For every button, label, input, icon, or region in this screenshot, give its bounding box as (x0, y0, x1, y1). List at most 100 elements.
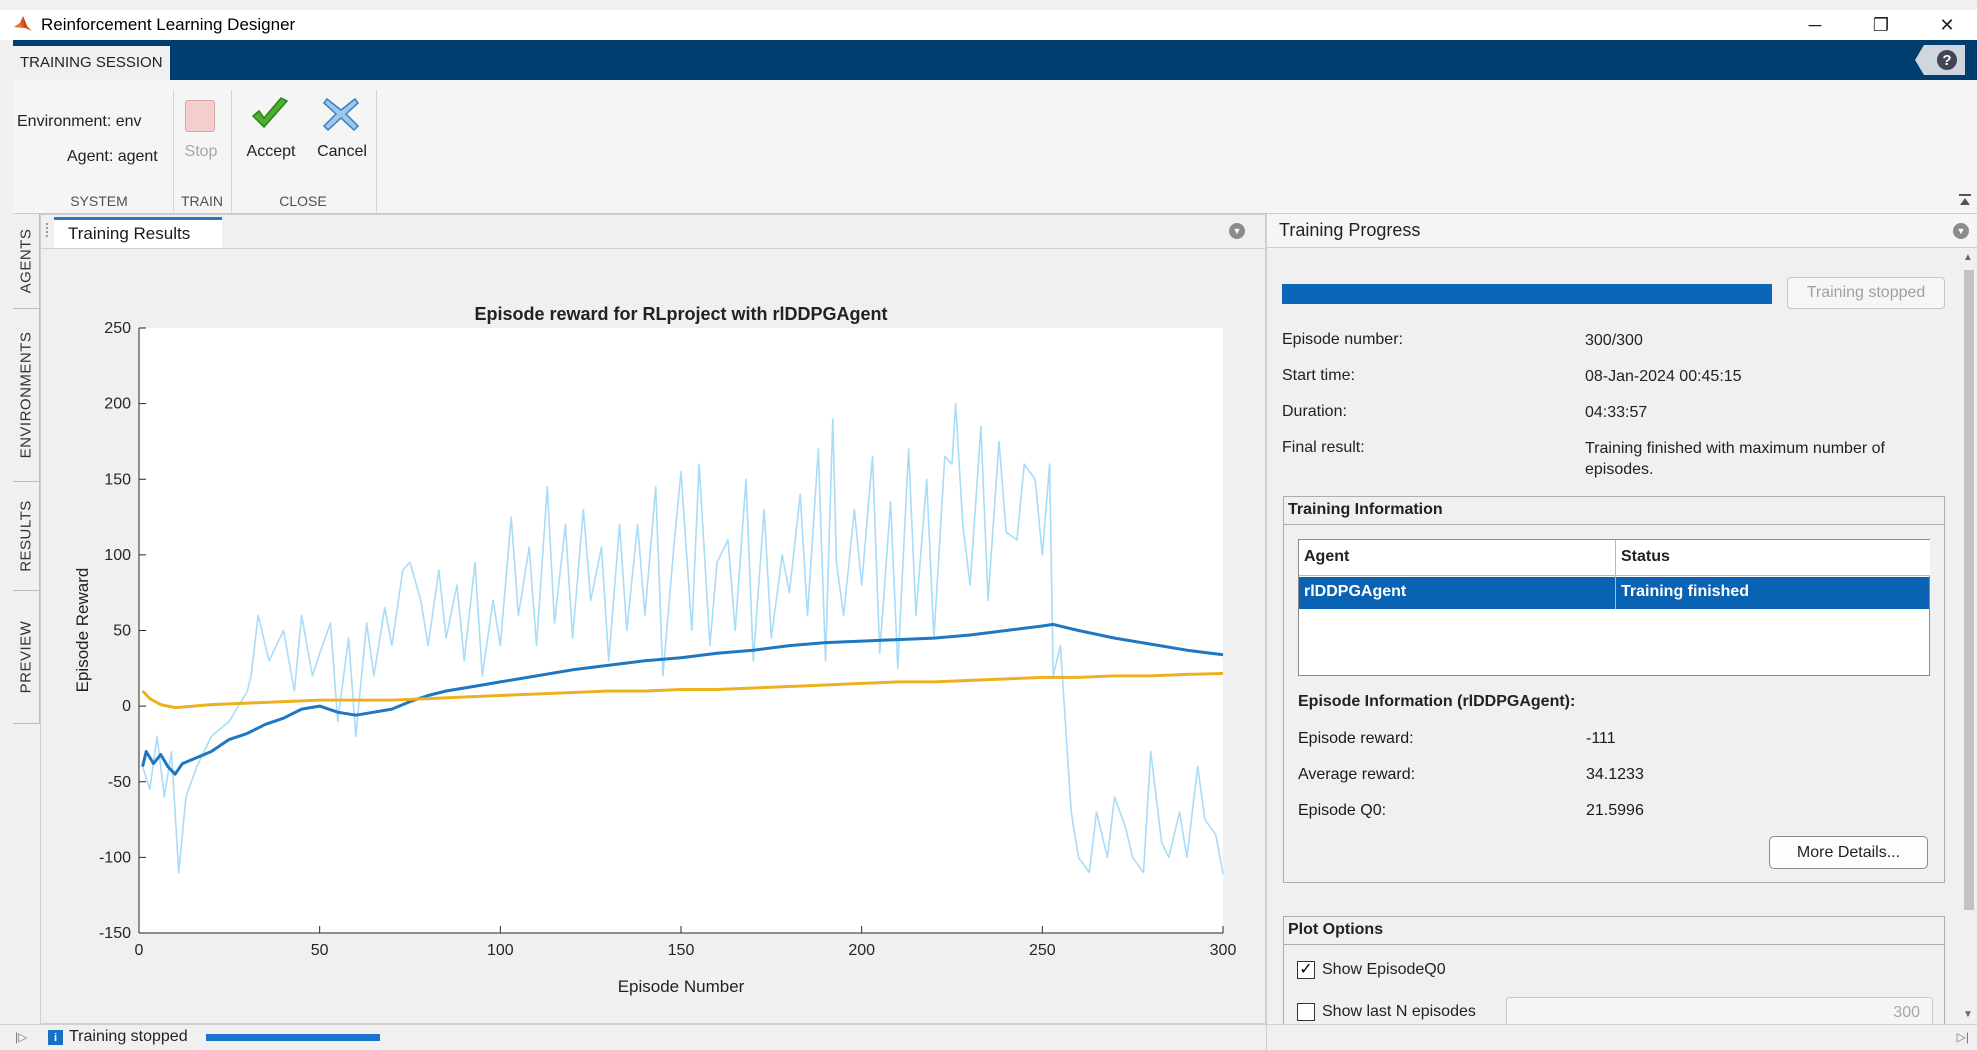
duration-label: Duration: (1282, 403, 1347, 420)
y-tick-label: 100 (104, 547, 131, 564)
average-reward-label: Average reward: (1298, 766, 1416, 783)
toolstrip: Environment: env Agent: agent SYSTEM Sto… (13, 80, 1977, 214)
section-system: SYSTEM (70, 193, 128, 209)
x-tick-label: 300 (1210, 942, 1237, 959)
cancel-x-icon (322, 97, 360, 132)
panel-header: Training Progress ▼ (1267, 214, 1977, 248)
y-tick-label: -150 (99, 925, 131, 942)
x-tick-label: 250 (1029, 942, 1056, 959)
divider (231, 90, 232, 212)
x-tick-label: 50 (311, 942, 329, 959)
panel-menu-chevron-icon[interactable]: ▼ (1229, 223, 1245, 239)
duration-value: 04:33:57 (1585, 404, 1648, 421)
y-tick-label: 200 (104, 396, 131, 413)
expand-right-icon[interactable]: ▷| (1957, 1030, 1969, 1044)
divider (1266, 1025, 1267, 1050)
episode-reward-chart: Episode reward for RLproject with rlDDPG… (73, 304, 1237, 996)
close-icon: ✕ (1939, 14, 1955, 35)
restore-icon: ❐ (1872, 14, 1890, 35)
progress-body: Training stopped Episode number: 300/300… (1267, 248, 1957, 1041)
minimize-icon: ─ (1808, 14, 1822, 35)
group-title: Plot Options (1284, 917, 1944, 945)
scrollbar-thumb[interactable] (1964, 270, 1974, 910)
group-title: Training Information (1284, 497, 1944, 525)
y-axis-label: Episode Reward (73, 568, 92, 693)
divider (376, 90, 377, 212)
show-last-n-checkbox[interactable] (1297, 1003, 1315, 1021)
accept-checkmark-icon (251, 97, 289, 129)
tab-environments[interactable]: ENVIRONMENTS (13, 309, 40, 482)
scroll-up-icon[interactable]: ▲ (1963, 252, 1973, 263)
y-tick-label: -100 (99, 849, 131, 866)
agent-cell: rlDDPGAgent (1304, 583, 1407, 600)
tab-training-results[interactable]: Training Results (54, 217, 222, 249)
more-details-button[interactable]: More Details... (1769, 836, 1928, 869)
collapse-toolstrip-icon[interactable] (1958, 193, 1972, 207)
final-result-value: Training finished with maximum number of… (1585, 440, 1885, 478)
tab-training-session[interactable]: TRAINING SESSION (13, 46, 170, 80)
y-tick-label: 250 (104, 320, 131, 337)
start-time-value: 08-Jan-2024 00:45:15 (1585, 368, 1742, 385)
stop-button[interactable]: Stop (181, 143, 221, 161)
status-progress-bar (206, 1034, 380, 1041)
help-button[interactable]: ? (1915, 45, 1965, 75)
y-tick-label: 50 (113, 623, 131, 640)
stop-icon (185, 100, 215, 132)
tab-agents[interactable]: AGENTS (13, 214, 40, 309)
drag-handle-icon[interactable] (46, 223, 51, 237)
ribbon-tab-strip: TRAINING SESSION ? (13, 40, 1977, 80)
episode-q0-value: 21.5996 (1586, 802, 1644, 819)
episode-reward-label: Episode reward: (1298, 730, 1414, 747)
matlab-logo-icon (14, 16, 32, 31)
accept-button[interactable]: Accept (241, 143, 301, 161)
close-window-button[interactable]: ✕ (1924, 10, 1970, 40)
info-icon: i (48, 1030, 63, 1045)
episode-reward-value: -111 (1586, 730, 1616, 747)
show-episode-q0-label: Show EpisodeQ0 (1322, 961, 1446, 978)
section-close: CLOSE (279, 193, 327, 209)
divider (41, 248, 1265, 249)
training-progress-panel: Training Progress ▼ Training stopped Epi… (1266, 214, 1977, 1041)
expand-left-icon[interactable]: |▷ (15, 1030, 27, 1044)
progress-scrollbar[interactable]: ▲ ▼ (1959, 248, 1977, 1024)
status-cell: Training finished (1621, 583, 1750, 600)
window-title: Reinforcement Learning Designer (41, 15, 296, 34)
divider (173, 90, 174, 212)
minimize-button[interactable]: ─ (1792, 10, 1838, 40)
start-time-label: Start time: (1282, 367, 1355, 384)
episode-number-value: 300/300 (1585, 332, 1643, 349)
chart-title: Episode reward for RLproject with rlDDPG… (474, 304, 887, 324)
x-tick-label: 200 (848, 942, 875, 959)
status-text: Training stopped (69, 1028, 188, 1045)
panel-title: Training Progress (1279, 220, 1421, 240)
episode-number-label: Episode number: (1282, 331, 1403, 348)
final-result-label: Final result: (1282, 439, 1365, 456)
training-stopped-button[interactable]: Training stopped (1787, 277, 1945, 309)
x-tick-label: 150 (668, 942, 695, 959)
agent-status-table: Agent Status rlDDPGAgent Training finish… (1298, 539, 1930, 676)
tab-results[interactable]: RESULTS (13, 482, 40, 591)
column-header-agent[interactable]: Agent (1299, 540, 1615, 576)
plot-options-group: Plot Options ✓ Show EpisodeQ0 Show last … (1283, 916, 1945, 1041)
plot-area (139, 328, 1223, 933)
x-tick-label: 100 (487, 942, 514, 959)
training-information-group: Training Information Agent Status rlDDPG… (1283, 496, 1945, 883)
panel-menu-chevron-icon[interactable]: ▼ (1953, 223, 1969, 239)
title-bar: Reinforcement Learning Designer ─ ❐ ✕ (0, 10, 1977, 40)
column-divider (1615, 540, 1616, 609)
scroll-down-icon[interactable]: ▼ (1963, 1009, 1973, 1020)
table-row[interactable]: rlDDPGAgent Training finished (1299, 577, 1929, 609)
column-header-status[interactable]: Status (1616, 540, 1930, 576)
training-progress-bar (1282, 284, 1772, 304)
show-last-n-label: Show last N episodes (1322, 1003, 1476, 1020)
show-episode-q0-checkbox[interactable]: ✓ (1297, 961, 1315, 979)
restore-button[interactable]: ❐ (1858, 10, 1904, 40)
x-axis-label: Episode Number (618, 977, 745, 996)
cancel-button[interactable]: Cancel (312, 143, 372, 161)
episode-information-title: Episode Information (rlDDPGAgent): (1298, 693, 1576, 710)
y-tick-label: 0 (122, 698, 131, 715)
y-tick-label: -50 (108, 774, 131, 791)
status-bar: |▷ i Training stopped ▷| (0, 1024, 1977, 1050)
help-icon: ? (1937, 50, 1957, 70)
tab-preview[interactable]: PREVIEW (13, 591, 40, 724)
